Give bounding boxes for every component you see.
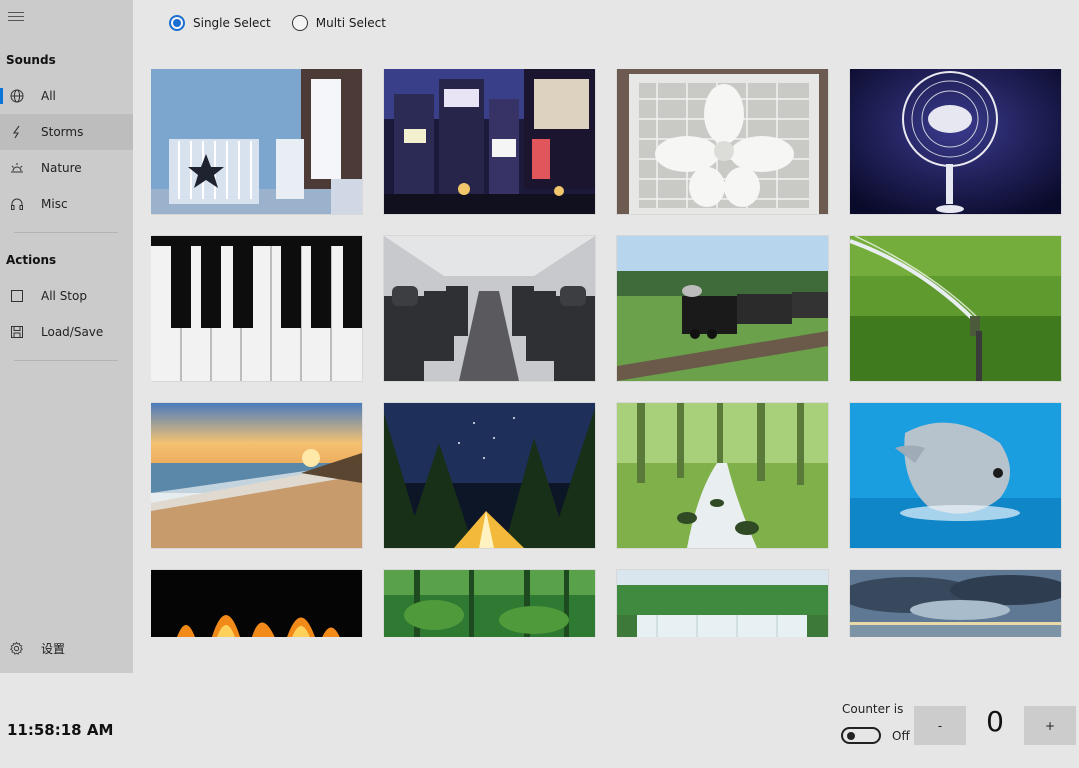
sound-tile-stormy-sea[interactable] [850,570,1061,637]
sound-tile-rainforest[interactable] [384,570,595,637]
sound-tile-pedestal-fan[interactable] [850,69,1061,214]
beach-sunset-image [151,403,362,548]
sound-tile-fire[interactable] [151,570,362,637]
radio-circle [291,15,308,31]
counter-label: Counter is [842,702,904,716]
piano-keys-image [151,236,362,381]
multi-select-radio[interactable]: Multi Select [291,15,386,31]
sidebar-item-label: Nature [41,161,82,175]
box-fan-image [617,69,828,214]
sidebar-divider [14,232,118,233]
sidebar-item-nature[interactable]: Nature [0,150,133,186]
sounds-section-title: Sounds [6,53,56,67]
floppy-disk-icon [10,325,24,339]
lightning-icon [10,125,24,139]
sidebar-item-label: All Stop [41,289,87,303]
stormy-sea-image [850,570,1061,637]
sound-tile-box-fan[interactable] [617,69,828,214]
headphones-icon [10,197,24,211]
sound-tile-piano[interactable] [151,236,362,381]
select-mode-group: Single Select Multi Select [169,15,407,31]
sound-tile-airplane-cabin[interactable] [384,236,595,381]
multi-select-label: Multi Select [315,16,386,30]
sound-tile-grid [151,69,1062,637]
dolphin-image [850,403,1061,548]
checkbox-icon [10,289,24,303]
settings-label: 设置 [41,642,66,656]
clock-display: 11:58:18 AM [7,721,114,739]
single-select-radio[interactable]: Single Select [169,15,271,31]
sidebar: Sounds All Storms Nature Misc Actions Al… [0,0,133,673]
rainforest-image [384,570,595,637]
sidebar-item-all[interactable]: All [0,78,133,114]
sidebar-item-label: Load/Save [41,325,104,339]
pedestal-fan-image [850,69,1061,214]
sidebar-item-label: Misc [41,197,68,211]
airplane-cabin-image [384,236,595,381]
hamburger-menu-icon[interactable] [8,10,24,22]
single-select-label: Single Select [193,16,271,30]
sidebar-item-all-stop[interactable]: All Stop [0,278,133,314]
radio-circle [169,15,185,31]
sound-tile-beach[interactable] [151,403,362,548]
sound-tile-camping[interactable] [384,403,595,548]
forest-stream-image [617,403,828,548]
counter-value: 0 [986,705,1004,738]
toggle-knob [847,732,855,740]
counter-toggle[interactable] [841,727,881,744]
gear-icon [9,641,24,656]
sound-tile-waterfall[interactable] [617,570,828,637]
settings-button[interactable]: 设置 [9,640,65,657]
decrement-button[interactable]: - [914,706,966,745]
sidebar-item-misc[interactable]: Misc [0,186,133,222]
fire-image [151,570,362,637]
counter-toggle-state: Off [892,729,910,743]
sound-tile-sprinkler[interactable] [850,236,1061,381]
sunrise-icon [10,161,24,175]
sidebar-item-label: Storms [41,125,84,139]
sidebar-divider [14,360,118,361]
sound-tile-city-night[interactable] [384,69,595,214]
globe-icon [10,89,24,103]
sidebar-item-label: All [41,89,56,103]
night-camping-image [384,403,595,548]
increment-button[interactable]: + [1024,706,1076,745]
sidebar-item-storms[interactable]: Storms [0,114,133,150]
sidebar-item-load-save[interactable]: Load/Save [0,314,133,350]
city-night-image [384,69,595,214]
sound-tile-dolphin[interactable] [850,403,1061,548]
steam-train-image [617,236,828,381]
sound-tile-steam-train[interactable] [617,236,828,381]
sound-tile-forest-stream[interactable] [617,403,828,548]
nursery-room-image [151,69,362,214]
actions-section-title: Actions [6,253,57,267]
lawn-sprinkler-image [850,236,1061,381]
waterfall-image [617,570,828,637]
sound-tile-nursery[interactable] [151,69,362,214]
